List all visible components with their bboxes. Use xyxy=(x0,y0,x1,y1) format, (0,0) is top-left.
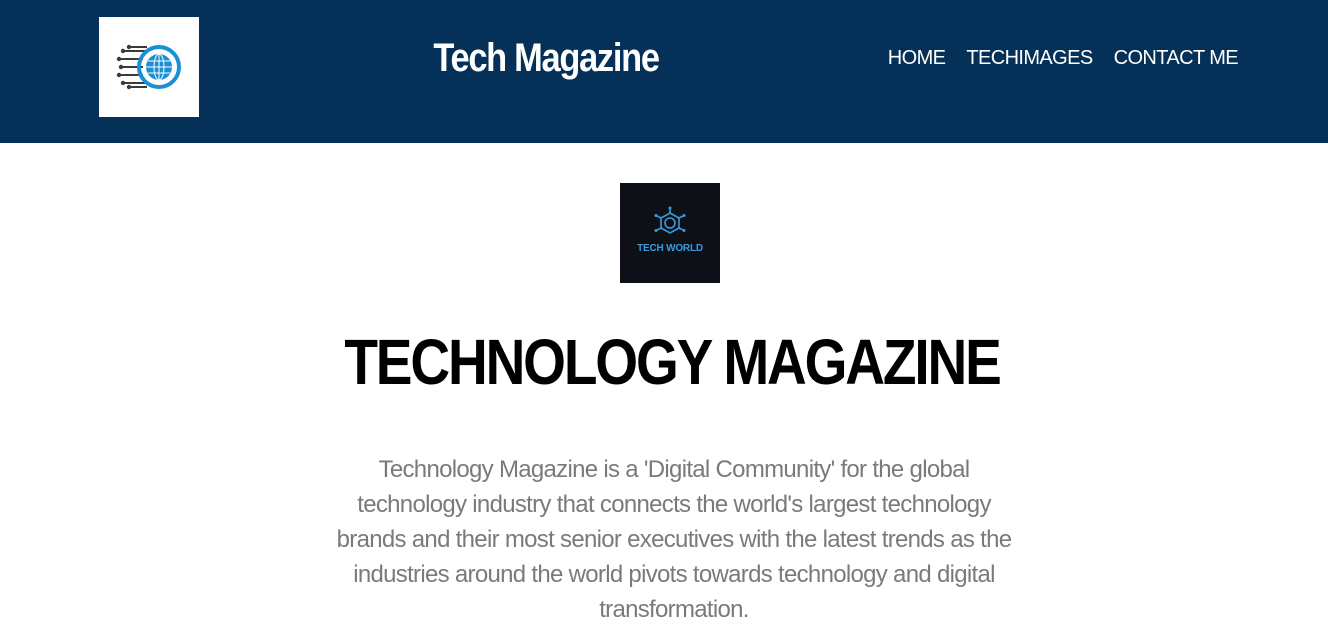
tech-world-logo: TECH WORLD xyxy=(620,183,720,283)
tech-world-logo-text: TECH WORLD xyxy=(637,243,703,254)
main-nav: HOME TECHIMAGES CONTACT ME xyxy=(888,45,1239,71)
globe-circuit-icon xyxy=(116,44,181,90)
site-logo[interactable] xyxy=(99,17,199,117)
site-header: Tech Magazine HOME TECHIMAGES CONTACT ME xyxy=(0,0,1328,143)
circuit-hexagon-icon xyxy=(654,206,686,234)
nav-home-link[interactable]: HOME xyxy=(888,45,946,71)
site-title: Tech Magazine xyxy=(433,36,660,80)
nav-contact-link[interactable]: CONTACT ME xyxy=(1114,45,1239,71)
nav-techimages-link[interactable]: TECHIMAGES xyxy=(966,45,1093,71)
page-description: Technology Magazine is a 'Digital Commun… xyxy=(336,456,1012,623)
page-title: TECHNOLOGY MAGAZINE xyxy=(344,326,1001,398)
